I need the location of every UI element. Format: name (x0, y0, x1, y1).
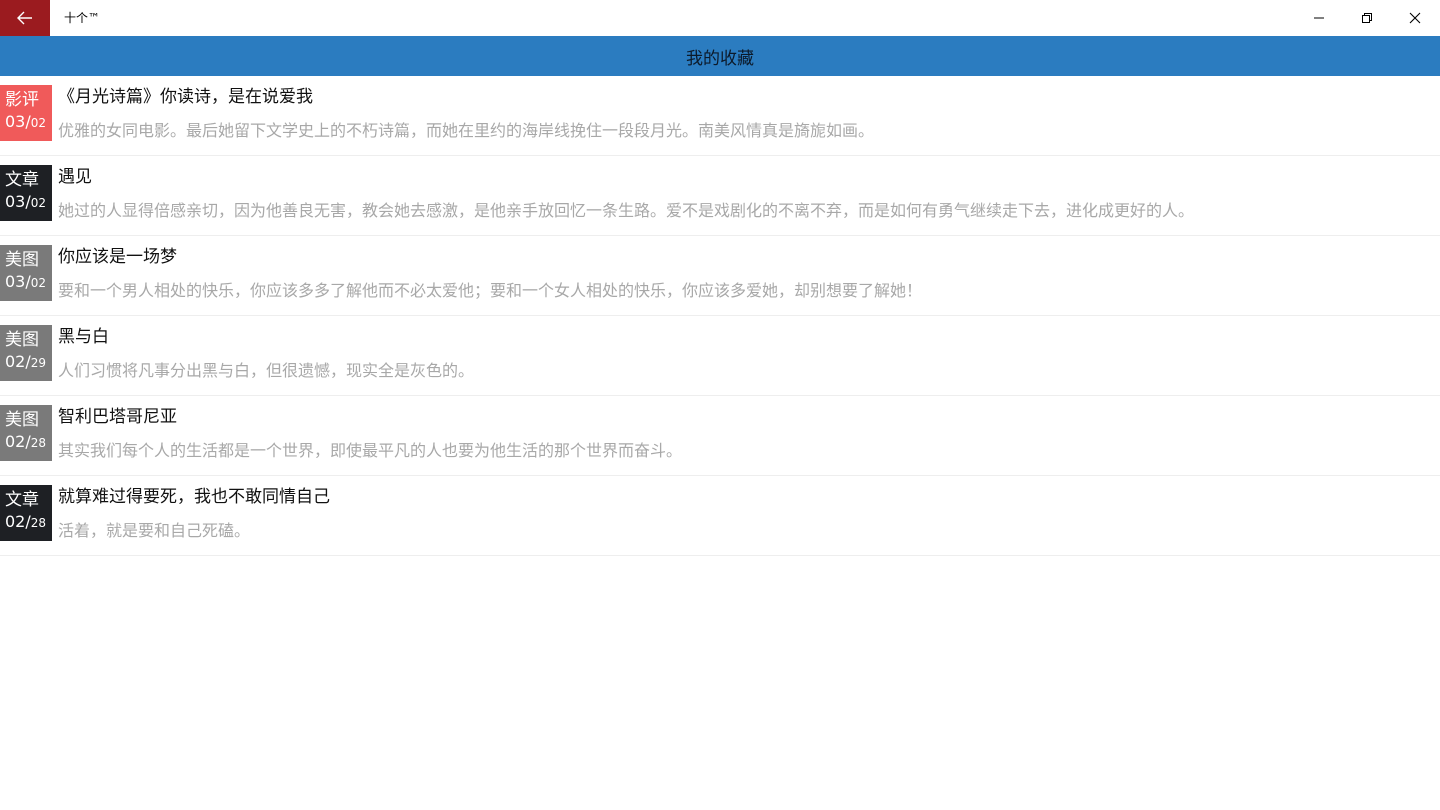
date-month: 02/ (5, 432, 31, 451)
date-day: 29 (30, 356, 47, 370)
back-button[interactable] (0, 0, 50, 36)
date-day: 28 (30, 516, 47, 530)
date-label: 02/29 (0, 351, 52, 374)
category-date-badge: 美图 02/28 (0, 405, 52, 461)
category-date-badge: 影评 03/02 (0, 85, 52, 141)
date-day: 02 (30, 116, 47, 130)
list-item[interactable]: 美图 02/28 智利巴塔哥尼亚 其实我们每个人的生活都是一个世界，即使最平凡的人也要… (0, 396, 1440, 476)
list-item[interactable]: 文章 03/02 遇见 她过的人显得倍感亲切，因为他善良无害，教会她去感激，是他亲手放… (0, 156, 1440, 236)
app-title: 十个™ (64, 11, 101, 25)
page-title: 我的收藏 (686, 48, 754, 69)
category-label: 美图 (5, 250, 39, 270)
date-month: 03/ (5, 272, 31, 291)
date-label: 03/02 (0, 191, 52, 214)
item-title[interactable]: 就算难过得要死，我也不敢同情自己 (58, 482, 330, 507)
list-item[interactable]: 美图 03/02 你应该是一场梦 要和一个男人相处的快乐，你应该多多了解他而不必太爱他… (0, 236, 1440, 316)
list-item[interactable]: 美图 02/29 黑与白 人们习惯将凡事分出黑与白，但很遗憾，现实全是灰色的。 (0, 316, 1440, 396)
date-month: 02/ (5, 512, 31, 531)
item-title[interactable]: 你应该是一场梦 (58, 242, 177, 267)
item-title[interactable]: 黑与白 (58, 322, 109, 347)
back-arrow-icon (17, 11, 32, 25)
minimize-button[interactable] (1296, 0, 1342, 36)
item-summary: 其实我们每个人的生活都是一个世界，即使最平凡的人也要为他生活的那个世界而奋斗。 (58, 441, 683, 460)
item-summary: 优雅的女同电影。最后她留下文学史上的不朽诗篇，而她在里约的海岸线挽住一段段月光。… (58, 121, 875, 140)
list-item[interactable]: 文章 02/28 就算难过得要死，我也不敢同情自己 活着，就是要和自己死磕。 (0, 476, 1440, 556)
title-bar: 十个™ (0, 0, 1440, 36)
date-month: 03/ (5, 192, 31, 211)
category-label: 文章 (5, 170, 39, 190)
close-button[interactable] (1392, 0, 1438, 36)
restore-button[interactable] (1344, 0, 1390, 36)
date-day: 02 (30, 276, 47, 290)
item-title[interactable]: 智利巴塔哥尼亚 (58, 402, 177, 427)
date-month: 02/ (5, 352, 31, 371)
item-title[interactable]: 《月光诗篇》你读诗，是在说爱我 (58, 82, 313, 107)
date-label: 02/28 (0, 431, 52, 454)
category-label: 文章 (5, 490, 39, 510)
category-date-badge: 美图 02/29 (0, 325, 52, 381)
category-date-badge: 美图 03/02 (0, 245, 52, 301)
date-label: 03/02 (0, 111, 52, 134)
page-header: 我的收藏 (0, 36, 1440, 76)
item-summary: 她过的人显得倍感亲切，因为他善良无害，教会她去感激，是他亲手放回忆一条生路。爱不… (58, 201, 1195, 220)
date-day: 02 (30, 196, 47, 210)
close-icon (1409, 12, 1421, 24)
category-date-badge: 文章 03/02 (0, 165, 52, 221)
restore-icon (1362, 13, 1372, 23)
item-summary: 要和一个男人相处的快乐，你应该多多了解他而不必太爱他；要和一个女人相处的快乐，你… (58, 281, 923, 300)
category-label: 美图 (5, 410, 39, 430)
favorites-list: 影评 03/02 《月光诗篇》你读诗，是在说爱我 优雅的女同电影。最后她留下文学史上的… (0, 76, 1440, 556)
date-label: 03/02 (0, 271, 52, 294)
list-item[interactable]: 影评 03/02 《月光诗篇》你读诗，是在说爱我 优雅的女同电影。最后她留下文学史上的… (0, 76, 1440, 156)
date-month: 03/ (5, 112, 31, 131)
item-title[interactable]: 遇见 (58, 162, 92, 187)
date-day: 28 (30, 436, 47, 450)
item-summary: 人们习惯将凡事分出黑与白，但很遗憾，现实全是灰色的。 (58, 361, 475, 380)
category-date-badge: 文章 02/28 (0, 485, 52, 541)
category-label: 美图 (5, 330, 39, 350)
minimize-icon (1314, 17, 1324, 19)
item-summary: 活着，就是要和自己死磕。 (58, 521, 251, 540)
category-label: 影评 (5, 90, 39, 110)
date-label: 02/28 (0, 511, 52, 534)
